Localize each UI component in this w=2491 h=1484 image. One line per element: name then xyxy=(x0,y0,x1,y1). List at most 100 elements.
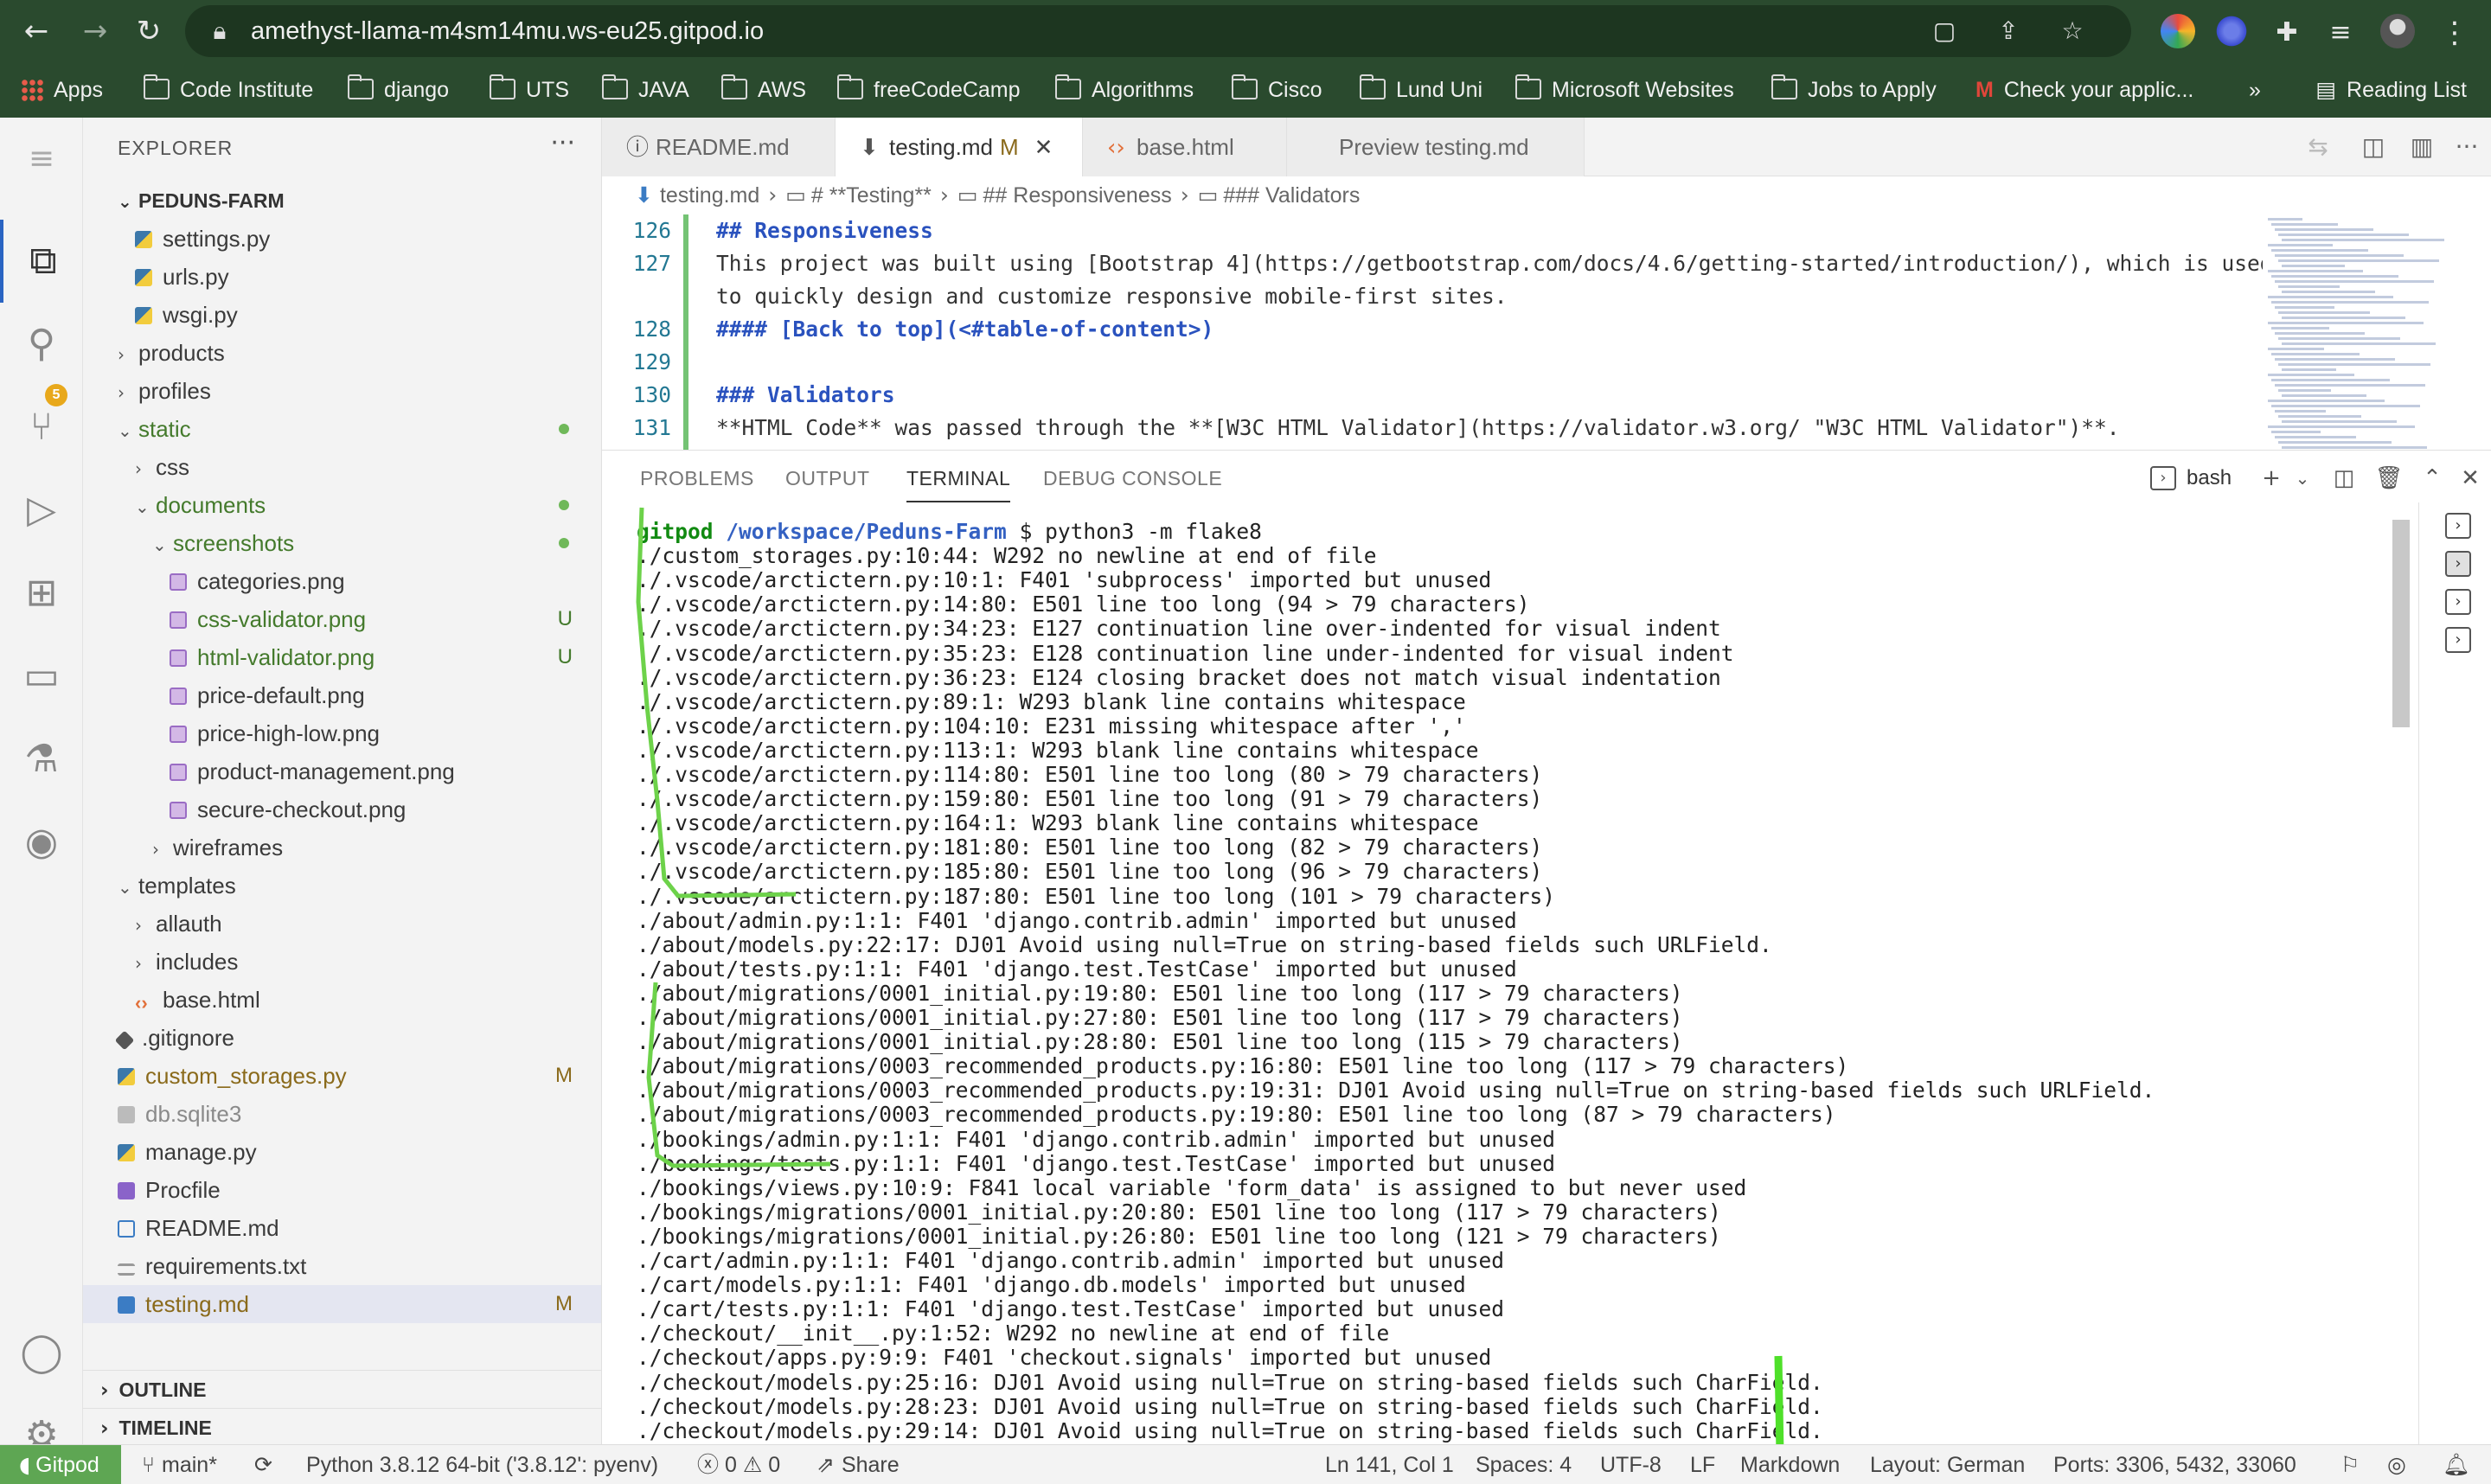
tab-readme[interactable]: ⓘ README.md xyxy=(602,118,836,176)
feedback-icon[interactable]: ⚐ xyxy=(2341,1445,2360,1484)
url-text[interactable]: amethyst-llama-m4sm14mu.ws-eu25.gitpod.i… xyxy=(251,5,764,57)
bookmark-check-applications[interactable]: M Check your applic... xyxy=(1976,73,2193,107)
file-item[interactable]: .gitignore xyxy=(83,1019,601,1057)
project-header[interactable]: ⌄ PEDUNS-FARM xyxy=(83,182,601,220)
folder-item[interactable]: › includes xyxy=(83,943,601,981)
split-terminal-icon[interactable]: ◫ xyxy=(2328,463,2360,494)
terminal-output[interactable]: gitpod /workspace/Peduns-Farm $ python3 … xyxy=(637,520,2401,1445)
bookmark-code-institute[interactable]: Code Institute xyxy=(144,73,313,107)
tab-testing[interactable]: ⬇ testing.md M ✕ xyxy=(836,118,1083,176)
bookmark-uts[interactable]: UTS xyxy=(490,73,569,107)
bookmark-cisco[interactable]: Cisco xyxy=(1232,73,1322,107)
terminal-instance-icon[interactable]: › xyxy=(2445,589,2471,615)
file-item[interactable]: html-validator.png U xyxy=(83,638,601,676)
github-icon[interactable]: ◉ xyxy=(0,801,83,884)
star-icon[interactable]: ☆ xyxy=(2055,14,2090,48)
file-item[interactable]: price-high-low.png xyxy=(83,714,601,752)
more-actions-icon[interactable]: ··· xyxy=(550,128,575,158)
tab-output[interactable]: OUTPUT xyxy=(785,451,870,506)
file-item[interactable]: price-default.png xyxy=(83,676,601,714)
tab-debug-console[interactable]: DEBUG CONSOLE xyxy=(1043,451,1222,506)
run-debug-icon[interactable]: ▷ xyxy=(0,469,83,552)
file-item[interactable]: css-validator.png U xyxy=(83,600,601,638)
breadcrumb-item[interactable]: ### Validators xyxy=(1223,183,1360,208)
file-item[interactable]: manage.py xyxy=(83,1133,601,1171)
folder-item[interactable]: ⌄ documents xyxy=(83,486,601,524)
close-panel-icon[interactable]: ✕ xyxy=(2455,463,2486,494)
tab-terminal[interactable]: TERMINAL xyxy=(906,451,1011,502)
terminal-instance-icon[interactable]: › xyxy=(2445,627,2471,653)
testing-flask-icon[interactable]: ⚗ xyxy=(0,718,83,801)
remote-explorer-icon[interactable]: ▭ xyxy=(0,635,83,718)
explorer-icon[interactable]: ⧉ xyxy=(0,220,83,303)
keyboard-layout[interactable]: Layout: German xyxy=(1870,1445,2025,1484)
bookmark-microsoft-websites[interactable]: Microsoft Websites xyxy=(1515,73,1734,107)
breadcrumb-item[interactable]: testing.md xyxy=(660,183,759,208)
branch-indicator[interactable]: ⑂ main* xyxy=(142,1445,217,1484)
file-item[interactable]: README.md xyxy=(83,1209,601,1247)
folder-item[interactable]: ⌄ templates xyxy=(83,867,601,905)
file-item[interactable]: secure-checkout.png xyxy=(83,790,601,828)
indentation[interactable]: Spaces: 4 xyxy=(1476,1445,1572,1484)
breadcrumb-item[interactable]: # **Testing** xyxy=(811,183,932,208)
bookmark-django[interactable]: django xyxy=(348,73,449,107)
chevron-down-icon[interactable]: ⌄ xyxy=(2287,463,2318,494)
file-item[interactable]: settings.py xyxy=(83,220,601,258)
search-icon[interactable]: ⚲ xyxy=(0,303,83,386)
open-preview-icon[interactable]: ◫ xyxy=(2358,131,2389,163)
lock-icon[interactable]: 🔒︎ xyxy=(202,14,237,48)
avatar[interactable] xyxy=(2380,14,2415,48)
folder-item[interactable]: › css xyxy=(83,448,601,486)
file-item[interactable]: db.sqlite3 xyxy=(83,1095,601,1133)
outline-section[interactable]: › OUTLINE xyxy=(83,1370,601,1408)
forward-icon[interactable]: → xyxy=(76,12,114,50)
back-icon[interactable]: ← xyxy=(17,12,55,50)
timeline-section[interactable]: › TIMELINE xyxy=(83,1408,601,1444)
file-item[interactable]: custom_storages.py M xyxy=(83,1057,601,1095)
reading-list-button[interactable]: ▤ Reading List xyxy=(2315,73,2467,107)
file-item[interactable]: requirements.txt xyxy=(83,1247,601,1285)
clipboard-icon[interactable]: ▢ xyxy=(1927,14,1962,48)
file-item[interactable]: ‹› base.html xyxy=(83,981,601,1019)
bookmark-algorithms[interactable]: Algorithms xyxy=(1055,73,1194,107)
bookmark-apps[interactable]: Apps xyxy=(21,73,103,107)
terminal-instance-icon[interactable]: › xyxy=(2445,513,2471,539)
bookmark-freecodecamp[interactable]: freeCodeCamp xyxy=(837,73,1021,107)
bookmarks-overflow[interactable]: » xyxy=(2249,73,2261,107)
file-item[interactable]: product-management.png xyxy=(83,752,601,790)
file-item[interactable]: wsgi.py xyxy=(83,296,601,334)
language-mode[interactable]: Markdown xyxy=(1740,1445,1840,1484)
bookmark-jobs-to-apply[interactable]: Jobs to Apply xyxy=(1771,73,1937,107)
end-of-line[interactable]: LF xyxy=(1690,1445,1715,1484)
tab-base-html[interactable]: ‹› base.html xyxy=(1083,118,1287,176)
media-queue-icon[interactable]: ≡ xyxy=(2321,14,2360,52)
breadcrumb-item[interactable]: ## Responsiveness xyxy=(983,183,1172,208)
reload-icon[interactable]: ↻ xyxy=(130,12,168,50)
sync-icon[interactable]: ⟳ xyxy=(254,1445,272,1484)
broadcast-icon[interactable]: ◎ xyxy=(2387,1445,2406,1484)
extension-color-icon[interactable] xyxy=(2161,14,2195,48)
tab-preview-testing[interactable]: Preview testing.md xyxy=(1287,118,1585,176)
file-item[interactable]: categories.png xyxy=(83,562,601,600)
extension-gear-icon[interactable] xyxy=(2214,14,2249,48)
python-interpreter[interactable]: Python 3.8.12 64-bit ('3.8.12': pyenv) xyxy=(306,1445,658,1484)
more-actions-icon[interactable]: ··· xyxy=(2451,131,2482,163)
problems-indicator[interactable]: ⓧ 0 ⚠ 0 xyxy=(697,1445,780,1484)
cursor-position[interactable]: Ln 141, Col 1 xyxy=(1325,1445,1454,1484)
encoding[interactable]: UTF-8 xyxy=(1600,1445,1662,1484)
hamburger-menu-icon[interactable]: ≡ xyxy=(0,118,83,201)
folder-item[interactable]: › allauth xyxy=(83,905,601,943)
open-changes-icon[interactable]: ⇆ xyxy=(2302,131,2334,163)
folder-item[interactable]: › products xyxy=(83,334,601,372)
terminal-instance-icon[interactable]: › xyxy=(2445,551,2471,577)
close-icon[interactable]: ✕ xyxy=(1034,135,1053,161)
folder-item[interactable]: › profiles xyxy=(83,372,601,410)
terminal-shell-name[interactable]: bash xyxy=(2187,463,2232,494)
tab-problems[interactable]: PROBLEMS xyxy=(640,451,754,506)
notifications-bell-icon[interactable]: 🔔︎ xyxy=(2443,1445,2470,1484)
extensions-icon[interactable]: ⊞ xyxy=(0,552,83,635)
folder-item[interactable]: ⌄ screenshots xyxy=(83,524,601,562)
maximize-panel-icon[interactable]: ⌃ xyxy=(2417,463,2448,494)
trash-icon[interactable]: 🗑︎ xyxy=(2373,463,2405,494)
address-bar[interactable]: 🔒︎ amethyst-llama-m4sm14mu.ws-eu25.gitpo… xyxy=(185,5,2131,57)
